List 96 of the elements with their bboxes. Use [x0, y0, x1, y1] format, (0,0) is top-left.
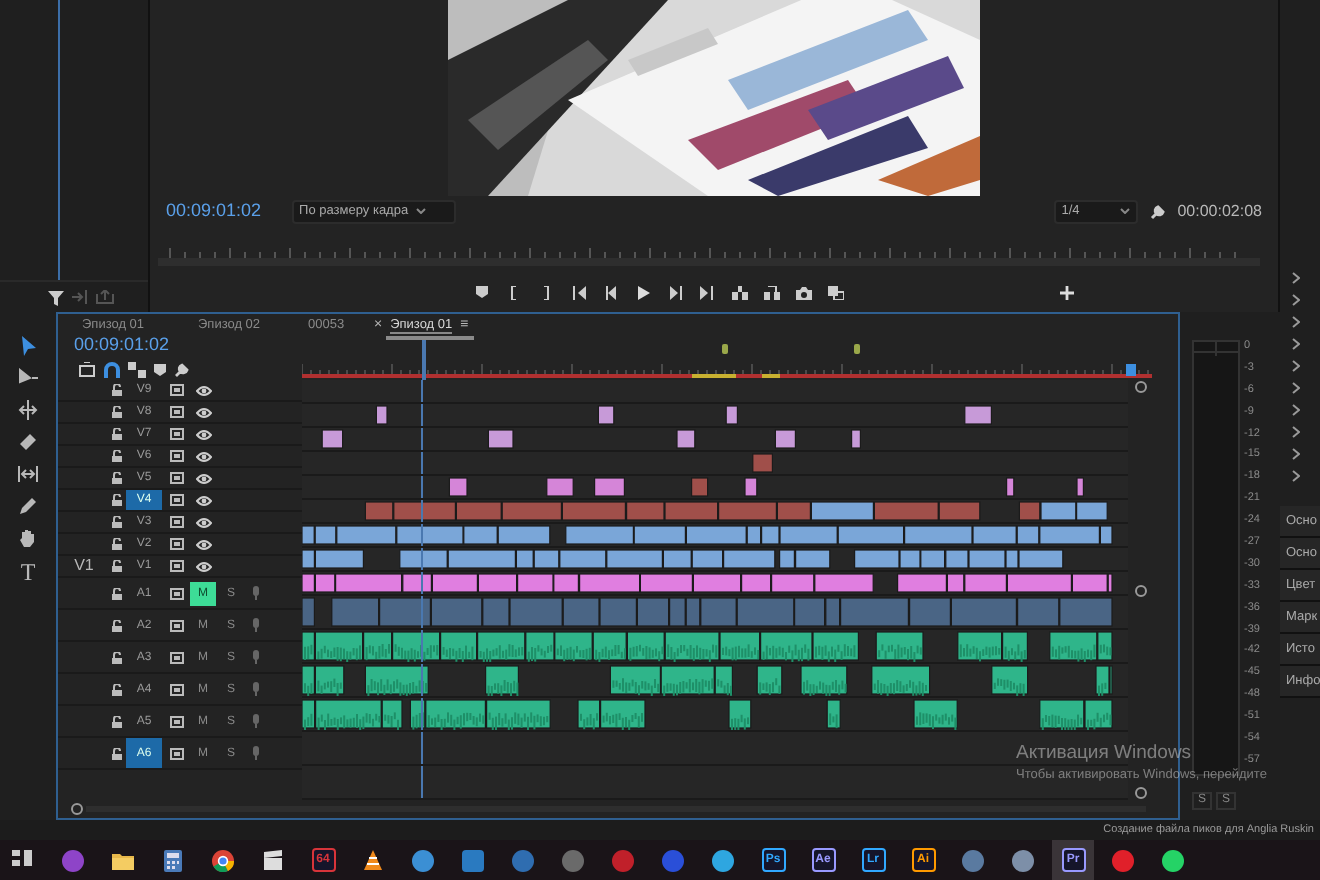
- mic-icon[interactable]: [252, 682, 260, 697]
- mic-icon[interactable]: [252, 746, 260, 761]
- mic-icon[interactable]: [252, 618, 260, 633]
- sync-icon[interactable]: [169, 384, 183, 397]
- browser-icon[interactable]: [212, 849, 234, 871]
- eye-icon[interactable]: [196, 495, 212, 506]
- insert-icon[interactable]: [731, 285, 747, 299]
- sync-icon[interactable]: [169, 747, 183, 760]
- track-select-tool-icon[interactable]: [18, 368, 38, 388]
- pen-tool-icon[interactable]: [18, 496, 38, 516]
- razor-tool-icon[interactable]: [18, 432, 38, 452]
- circle-icon[interactable]: [412, 849, 434, 871]
- lock-icon[interactable]: [111, 516, 121, 529]
- sync-icon[interactable]: [169, 450, 183, 463]
- duration: 00:00:02:08: [1177, 203, 1262, 221]
- eye-icon[interactable]: [196, 561, 212, 572]
- eye-icon[interactable]: [196, 473, 212, 484]
- lock-icon[interactable]: [111, 683, 121, 696]
- lock-icon[interactable]: [111, 560, 121, 573]
- timecode: 00:09:01:02: [72, 336, 172, 359]
- eye-icon[interactable]: [196, 451, 212, 462]
- scroll-handle-icon[interactable]: [1133, 786, 1147, 801]
- play-icon[interactable]: [635, 285, 651, 299]
- arrow-tool-icon[interactable]: [18, 336, 38, 356]
- timecode: 00:09:01:02: [166, 202, 262, 222]
- step-back-icon[interactable]: [603, 285, 619, 299]
- eye-icon[interactable]: [196, 517, 212, 528]
- caret-icon: [1119, 208, 1130, 215]
- eye-icon[interactable]: [196, 539, 212, 550]
- magnet-icon[interactable]: [104, 362, 120, 379]
- sync-icon[interactable]: [169, 715, 183, 728]
- compare-icon[interactable]: [827, 285, 843, 299]
- lock-icon[interactable]: [111, 472, 121, 485]
- add-button-icon[interactable]: [1059, 285, 1073, 299]
- mic-icon[interactable]: [252, 650, 260, 665]
- calculator-icon[interactable]: [162, 849, 184, 871]
- lock-icon[interactable]: [111, 747, 121, 760]
- lock-icon[interactable]: [111, 538, 121, 551]
- marker-icon[interactable]: [475, 285, 491, 299]
- sync-icon[interactable]: [169, 428, 183, 441]
- mic-icon[interactable]: [252, 586, 260, 601]
- sync-icon[interactable]: [169, 538, 183, 551]
- hand-tool-icon[interactable]: [18, 528, 38, 548]
- eye-icon[interactable]: [196, 407, 212, 418]
- lock-icon[interactable]: [111, 587, 121, 600]
- circle-icon[interactable]: [1112, 849, 1134, 871]
- circle-icon[interactable]: [712, 849, 734, 871]
- go-to-in-icon[interactable]: [571, 285, 587, 299]
- sync-icon[interactable]: [169, 516, 183, 529]
- sync-icon[interactable]: [169, 494, 183, 507]
- folder-icon[interactable]: [112, 849, 134, 871]
- circle-icon[interactable]: [1012, 849, 1034, 871]
- slip-tool-icon[interactable]: [18, 464, 38, 484]
- lock-icon[interactable]: [111, 651, 121, 664]
- horizontal-scrollbar[interactable]: [70, 802, 1150, 817]
- ripple-tool-icon[interactable]: [18, 400, 38, 420]
- sync-icon[interactable]: [169, 587, 183, 600]
- time-ruler[interactable]: [302, 336, 1152, 381]
- out-point-icon[interactable]: [539, 285, 555, 299]
- wrench-icon[interactable]: [174, 362, 190, 379]
- nest-icon[interactable]: [78, 362, 96, 379]
- eye-icon[interactable]: [196, 429, 212, 440]
- clapperboard-icon[interactable]: [262, 849, 284, 871]
- eye-icon[interactable]: [196, 385, 212, 396]
- square-icon[interactable]: [462, 849, 484, 871]
- step-forward-icon[interactable]: [667, 285, 683, 299]
- sync-icon[interactable]: [169, 619, 183, 632]
- type-tool[interactable]: T: [20, 560, 36, 584]
- source-label[interactable]: V1: [74, 558, 94, 576]
- caret-icon: [416, 208, 427, 215]
- sync-icon[interactable]: [169, 406, 183, 419]
- marker-icon[interactable]: [154, 363, 166, 378]
- scroll-handle-icon[interactable]: [1133, 380, 1147, 395]
- wrench-icon[interactable]: [1149, 204, 1166, 220]
- sync-icon[interactable]: [169, 651, 183, 664]
- overwrite-icon[interactable]: [763, 285, 779, 299]
- filter-icon[interactable]: [48, 289, 64, 305]
- lock-icon[interactable]: [111, 619, 121, 632]
- sync-icon[interactable]: [169, 683, 183, 696]
- lock-icon[interactable]: [111, 494, 121, 507]
- go-to-out-icon[interactable]: [699, 285, 715, 299]
- traffic-cone-icon[interactable]: [362, 849, 384, 871]
- scroll-handle-icon[interactable]: [1133, 583, 1147, 598]
- sync-icon[interactable]: [169, 472, 183, 485]
- lock-icon[interactable]: [111, 384, 121, 397]
- camera-icon[interactable]: [795, 285, 811, 299]
- sync-icon[interactable]: [169, 560, 183, 573]
- task-view-icon[interactable]: [12, 849, 34, 871]
- circle-icon[interactable]: [1162, 849, 1184, 871]
- linked-icon[interactable]: [128, 362, 146, 379]
- circle-icon[interactable]: [962, 849, 984, 871]
- lock-icon[interactable]: [111, 428, 121, 441]
- lock-icon[interactable]: [111, 715, 121, 728]
- mic-icon[interactable]: [252, 714, 260, 729]
- lock-icon[interactable]: [111, 450, 121, 463]
- lock-icon[interactable]: [111, 406, 121, 419]
